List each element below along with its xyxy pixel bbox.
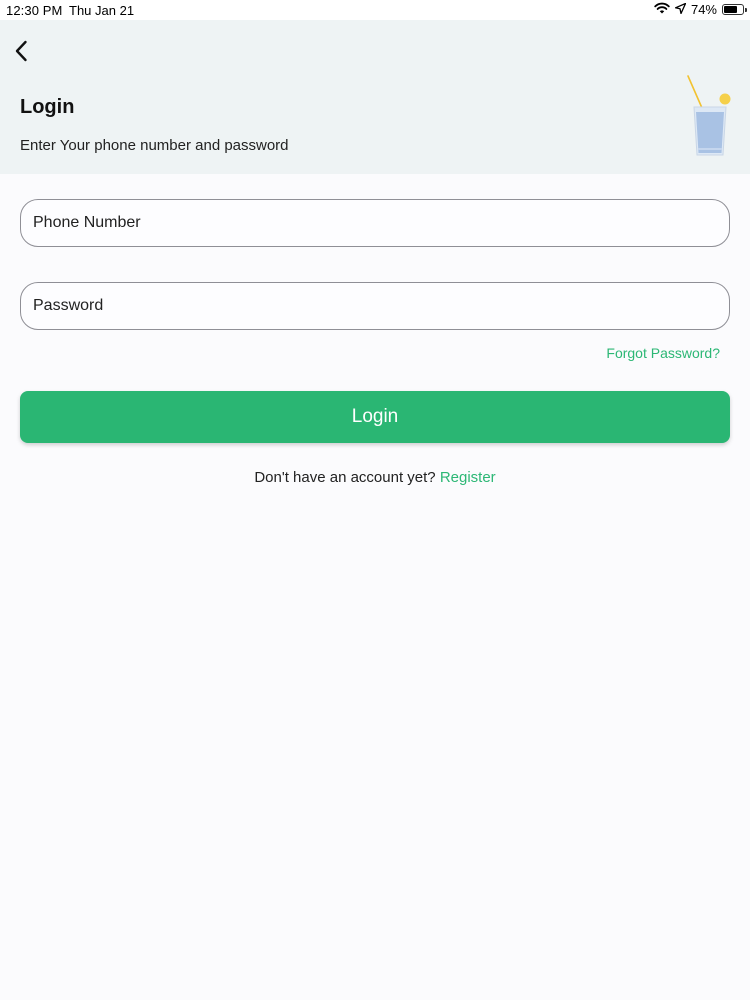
login-button[interactable]: Login <box>20 391 730 443</box>
register-prompt: Don't have an account yet? <box>254 469 436 486</box>
status-time: 12:30 PM <box>6 3 63 18</box>
header: Login Enter Your phone number and passwo… <box>0 20 750 174</box>
battery-cap <box>745 8 747 12</box>
register-link[interactable]: Register <box>440 469 496 486</box>
status-bar: 12:30 PM Thu Jan 21 74% <box>0 0 750 20</box>
battery-icon <box>722 4 747 15</box>
battery-percent: 74% <box>690 2 717 17</box>
phone-number-field[interactable] <box>20 199 730 247</box>
drink-glass-illustration <box>684 74 734 163</box>
wifi-icon <box>654 2 670 17</box>
password-field[interactable] <box>20 282 730 330</box>
status-indicators: 74% <box>654 2 747 17</box>
battery-level <box>724 6 738 13</box>
back-button[interactable] <box>8 38 34 68</box>
page-subtitle: Enter Your phone number and password <box>20 137 289 154</box>
chevron-left-icon <box>14 40 28 67</box>
page-title: Login <box>20 96 75 118</box>
forgot-password-link[interactable]: Forgot Password? <box>606 345 720 361</box>
register-prompt-line: Don't have an account yet? Register <box>0 469 750 486</box>
status-date: Thu Jan 21 <box>69 3 135 18</box>
location-icon <box>674 2 687 17</box>
